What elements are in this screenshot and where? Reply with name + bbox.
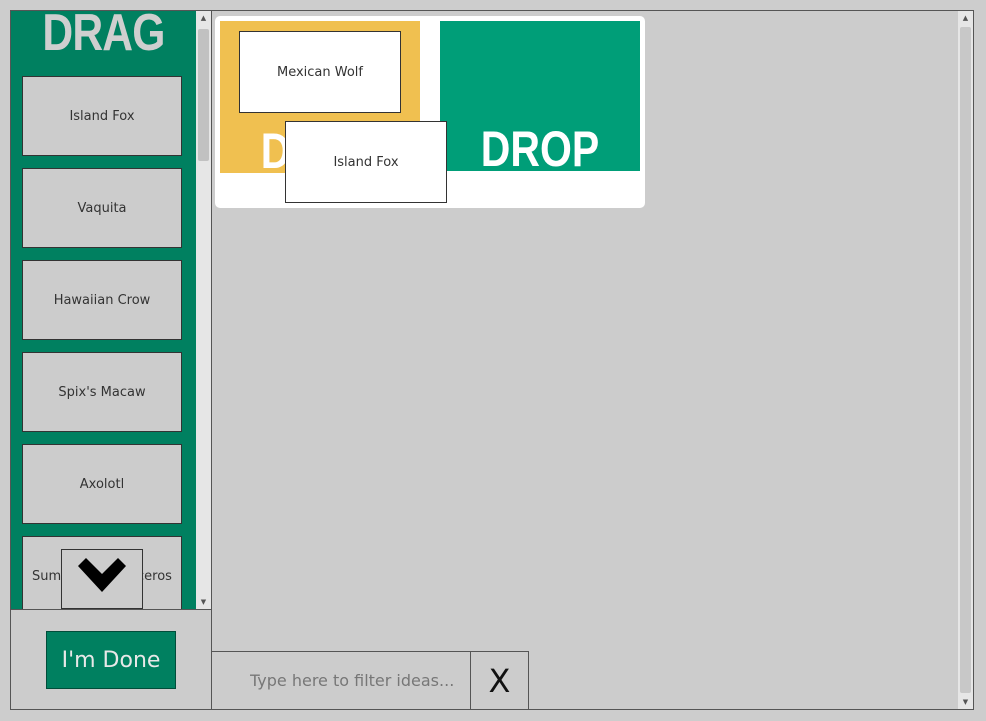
scrollbar-thumb[interactable] bbox=[198, 29, 209, 161]
board-scrollbar[interactable]: ▲ ▼ bbox=[958, 11, 973, 709]
scroll-up-arrow-icon[interactable]: ▲ bbox=[958, 11, 973, 25]
clear-filter-button[interactable]: X bbox=[470, 651, 529, 709]
done-area: I'm Done bbox=[11, 609, 211, 709]
idea-card-hawaiian-crow[interactable]: Hawaiian Crow bbox=[22, 260, 182, 340]
drag-title: DRAG bbox=[42, 11, 165, 62]
idea-card-label: Axolotl bbox=[79, 476, 125, 492]
drop-target-green[interactable]: DROP bbox=[440, 21, 640, 171]
chevron-down-icon bbox=[76, 558, 128, 600]
placed-card-label: Island Fox bbox=[333, 154, 399, 170]
idea-card-spixs-macaw[interactable]: Spix's Macaw bbox=[22, 352, 182, 432]
placed-card-island-fox[interactable]: Island Fox bbox=[285, 121, 447, 203]
idea-card-island-fox[interactable]: Island Fox bbox=[22, 76, 182, 156]
scroll-down-button[interactable] bbox=[61, 549, 143, 609]
scroll-up-arrow-icon[interactable]: ▲ bbox=[196, 11, 211, 25]
idea-card-label: Vaquita bbox=[77, 200, 127, 216]
scroll-down-arrow-icon[interactable]: ▼ bbox=[196, 595, 211, 609]
idea-card-vaquita[interactable]: Vaquita bbox=[22, 168, 182, 248]
scrollbar-track[interactable] bbox=[960, 27, 971, 693]
done-button[interactable]: I'm Done bbox=[46, 631, 176, 689]
idea-card-label: Spix's Macaw bbox=[58, 384, 146, 400]
idea-card-label: Hawaiian Crow bbox=[53, 292, 151, 308]
panel-divider bbox=[211, 11, 212, 709]
app-frame: DRAG Island Fox Vaquita Hawaiian Crow Sp… bbox=[10, 10, 974, 710]
placed-card-label: Mexican Wolf bbox=[276, 64, 363, 80]
placed-card-mexican-wolf[interactable]: Mexican Wolf bbox=[239, 31, 401, 113]
drop-label: DROP bbox=[480, 121, 600, 171]
idea-card-label: Island Fox bbox=[69, 108, 135, 124]
drag-panel: DRAG Island Fox Vaquita Hawaiian Crow Sp… bbox=[11, 11, 196, 609]
scroll-down-arrow-icon[interactable]: ▼ bbox=[958, 695, 973, 709]
drop-board: DROP DROP Mexican Wolf Island Fox bbox=[215, 16, 645, 208]
idea-list-scrollbar[interactable]: ▲ ▼ bbox=[196, 11, 211, 609]
idea-card-axolotl[interactable]: Axolotl bbox=[22, 444, 182, 524]
filter-input[interactable] bbox=[211, 651, 471, 709]
